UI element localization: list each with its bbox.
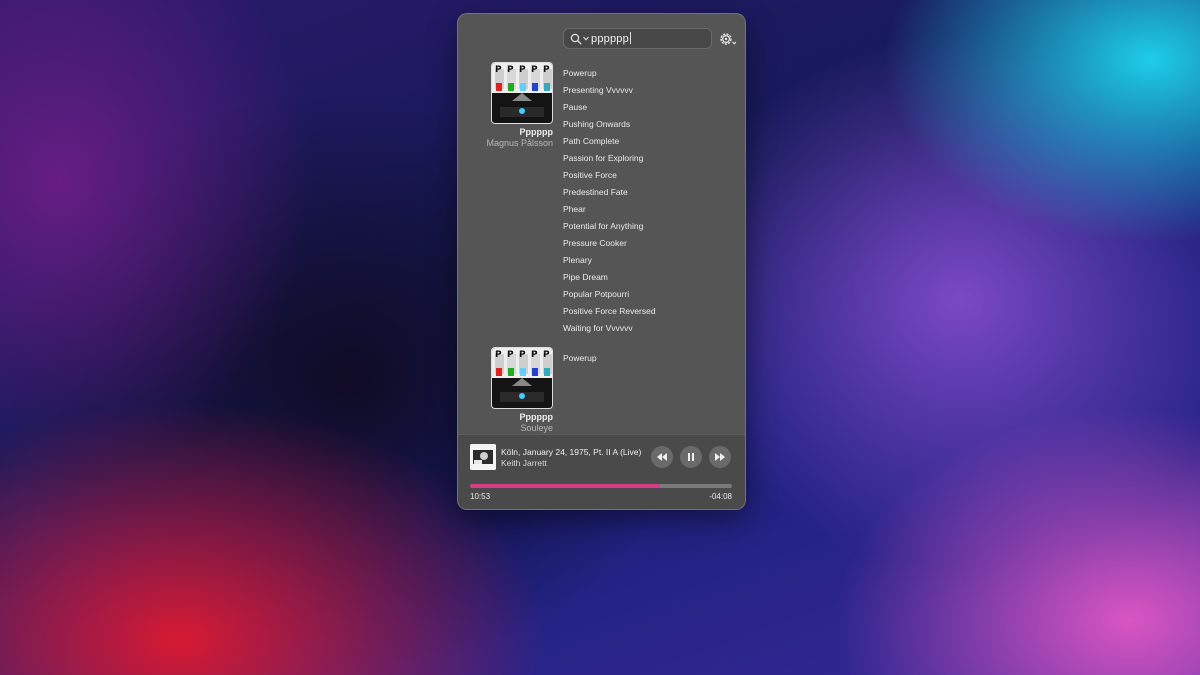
svg-text:P: P: [495, 65, 502, 75]
svg-text:P: P: [507, 350, 514, 360]
svg-text:P: P: [531, 65, 538, 75]
remaining-time: -04:08: [709, 492, 732, 501]
svg-text:P: P: [543, 65, 550, 75]
elapsed-time: 10:53: [470, 492, 491, 501]
search-icon: [570, 33, 582, 45]
gear-icon[interactable]: [718, 31, 738, 47]
track-item[interactable]: Positive Force Reversed: [563, 303, 656, 320]
track-item[interactable]: Pressure Cooker: [563, 235, 656, 252]
track-item[interactable]: Passion for Exploring: [563, 150, 656, 167]
fast-forward-button[interactable]: [709, 446, 731, 468]
rewind-icon: [657, 453, 667, 461]
svg-text:P: P: [543, 350, 550, 360]
rewind-button[interactable]: [651, 446, 673, 468]
album-artist[interactable]: Souleye: [520, 423, 553, 433]
pause-button[interactable]: [680, 446, 702, 468]
track-list: Powerup: [563, 350, 597, 367]
album-group: PPPPP Pppppp Souleye Powerup: [458, 347, 745, 434]
track-item[interactable]: Phear: [563, 201, 656, 218]
track-item[interactable]: Powerup: [563, 350, 597, 367]
now-playing-artwork[interactable]: [470, 444, 496, 470]
search-field[interactable]: pppppp: [563, 28, 712, 49]
track-item[interactable]: Potential for Anything: [563, 218, 656, 235]
track-item[interactable]: Positive Force: [563, 167, 656, 184]
track-item[interactable]: Pushing Onwards: [563, 116, 656, 133]
chevron-down-icon[interactable]: [583, 36, 589, 41]
svg-text:P: P: [495, 350, 502, 360]
search-results-list[interactable]: PPPPP Pppppp Magnus Pålsson Powerup Pres…: [458, 59, 745, 434]
album-title[interactable]: Pppppp: [520, 412, 554, 422]
now-playing-bar: Köln, January 24, 1975, Pt. II A (Live) …: [458, 434, 745, 509]
track-item[interactable]: Waiting for Vvvvvv: [563, 320, 656, 337]
track-item[interactable]: Plenary: [563, 252, 656, 269]
svg-text:P: P: [531, 350, 538, 360]
now-playing-title: Köln, January 24, 1975, Pt. II A (Live): [501, 447, 642, 457]
track-item[interactable]: Powerup: [563, 65, 656, 82]
now-playing-artist: Keith Jarrett: [501, 458, 547, 468]
track-list: Powerup Presenting Vvvvvv Pause Pushing …: [563, 65, 656, 337]
fast-forward-icon: [715, 453, 725, 461]
track-item[interactable]: Pause: [563, 99, 656, 116]
track-item[interactable]: Presenting Vvvvvv: [563, 82, 656, 99]
track-item[interactable]: Pipe Dream: [563, 269, 656, 286]
track-item[interactable]: Popular Potpourri: [563, 286, 656, 303]
progress-bar[interactable]: [470, 484, 732, 488]
album-title[interactable]: Pppppp: [520, 127, 554, 137]
svg-text:P: P: [519, 65, 526, 75]
music-mini-player-panel: pppppp PPPPP Pppppp Magnus Pålsson Power…: [457, 13, 746, 510]
text-caret: [629, 32, 631, 44]
track-item[interactable]: Path Complete: [563, 133, 656, 150]
album-artwork[interactable]: PPPPP: [491, 347, 553, 409]
album-group: PPPPP Pppppp Magnus Pålsson Powerup Pres…: [458, 62, 745, 347]
svg-text:P: P: [507, 65, 514, 75]
search-input[interactable]: pppppp: [591, 32, 631, 45]
pause-icon: [688, 453, 694, 461]
album-artwork[interactable]: PPPPP: [491, 62, 553, 124]
progress-fill: [470, 484, 661, 488]
album-artist[interactable]: Magnus Pålsson: [486, 138, 553, 148]
svg-text:P: P: [519, 350, 526, 360]
track-item[interactable]: Predestined Fate: [563, 184, 656, 201]
